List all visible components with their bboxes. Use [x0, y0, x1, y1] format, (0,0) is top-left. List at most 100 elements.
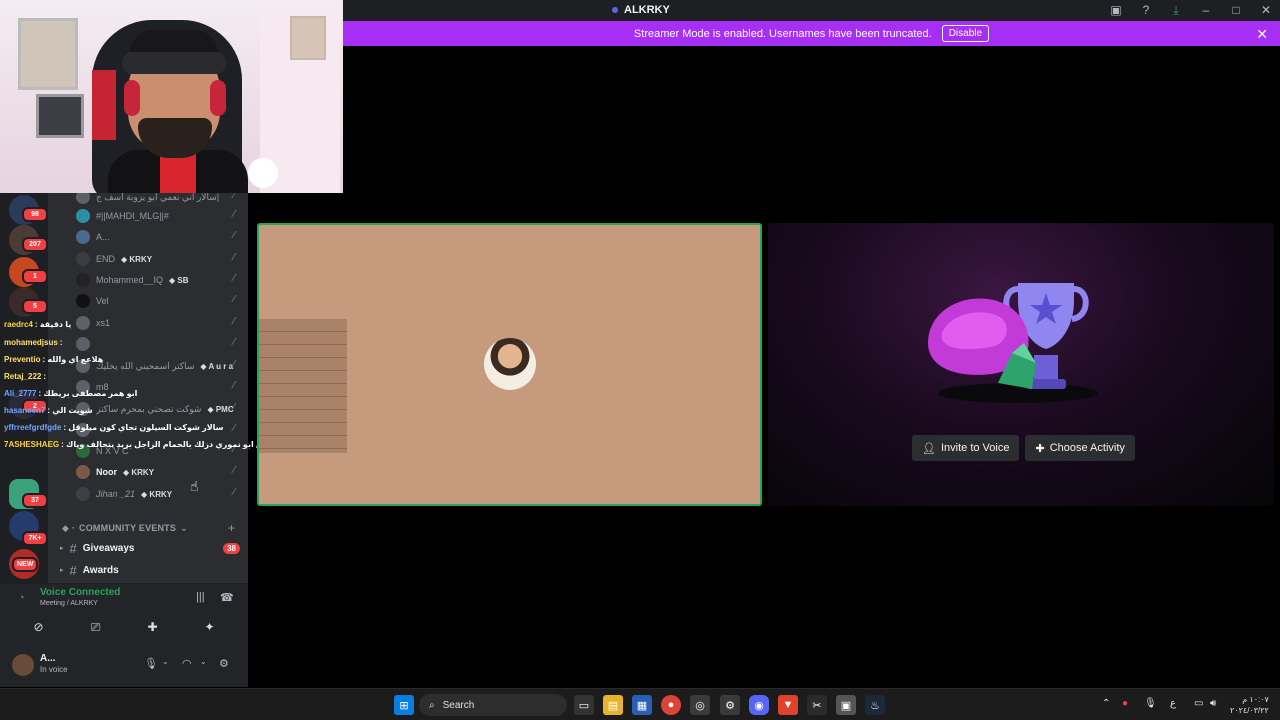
steam-icon[interactable]: ♨ — [865, 695, 885, 715]
voice-user[interactable]: Jihan _21 ◆ KRKY ⁄ — [76, 484, 241, 504]
network-icon[interactable]: ▭ — [1194, 698, 1203, 709]
avatar[interactable] — [12, 654, 34, 676]
microphone-icon[interactable]: 🎙︎ — [144, 657, 158, 670]
chat-line: yffrreefgrdfgde: سالار شوكت السيلون تجاي… — [4, 423, 224, 432]
new-badge: NEW — [12, 557, 39, 572]
microphone-icon[interactable]: 🎙︎ — [1144, 698, 1157, 709]
chat-message: : يا دقيقة — [34, 320, 72, 329]
add-channel-icon[interactable]: + — [228, 521, 235, 535]
server-badge: 7K+ — [22, 531, 48, 546]
voice-user-name: END — [96, 254, 116, 264]
voice-user[interactable]: Noor ◆ KRKY ⁄ — [76, 462, 241, 482]
language-indicator[interactable]: ع — [1170, 698, 1176, 709]
headphones-icon[interactable]: ◠ — [182, 657, 192, 670]
wall-frame — [290, 16, 326, 60]
user-avatar — [76, 294, 90, 308]
voice-user-tile[interactable] — [257, 223, 762, 506]
clan-tag: ◆ SB — [169, 275, 189, 285]
voice-user[interactable]: Mohammed__IQ ◆ SB ⁄ — [76, 270, 241, 290]
disable-streamer-mode-button[interactable]: Disable — [941, 25, 990, 42]
user-avatar — [76, 230, 90, 244]
wall-frame — [36, 94, 84, 138]
chat-message: : — [59, 338, 63, 347]
deafened-icon: ⁄ — [233, 193, 235, 201]
voice-user[interactable]: END ◆ KRKY ⁄ — [76, 249, 241, 269]
invite-label: Invite to Voice — [940, 442, 1010, 454]
channel-name: Awards — [82, 564, 119, 576]
connection-signal-icon[interactable]: ◔ — [18, 592, 25, 604]
taskbar-search[interactable]: ⌕ Search — [419, 694, 567, 716]
activities-icon: ✚ — [1035, 442, 1045, 455]
taskbar-clock[interactable]: ١٠:٠٧ م ٢٠٢٤/٠٣/٢٢ — [1230, 694, 1269, 716]
settings-gear-icon[interactable]: ⚙ — [219, 657, 229, 670]
chevron-up-icon[interactable]: ⌃ — [1102, 698, 1110, 709]
chat-user: raedrc4 — [4, 320, 33, 329]
volume-icon[interactable]: 🔊︎ — [1210, 698, 1216, 709]
task-view-icon[interactable]: ▭ — [574, 695, 594, 715]
mouse-cursor-icon: ☝ — [190, 478, 199, 494]
camera-off-icon[interactable]: ⊘ — [11, 616, 67, 638]
stream-chat-overlay: raedrc4: يا دقيقة mohamedjsus: Preventio… — [0, 318, 308, 454]
voice-user-name: سالار اني نعمي ابو يزوبة اسف ج| — [96, 193, 220, 202]
voice-location[interactable]: Meeting / ALKRKY — [40, 600, 98, 607]
chat-message: : ابو همر مصطفى بريطك — [38, 389, 138, 398]
chat-user: Retaj_222 — [4, 372, 42, 381]
channel-giveaways[interactable]: ▸ # Giveaways 38 — [60, 539, 240, 557]
tray-app-icon[interactable]: ● — [1122, 698, 1128, 709]
user-avatar — [76, 209, 90, 223]
choose-activity-button[interactable]: ✚ Choose Activity — [1025, 435, 1135, 461]
clan-tag: ◆ KRKY — [123, 467, 155, 477]
maximize-icon[interactable]: □ — [1228, 2, 1244, 18]
avatar — [484, 338, 536, 390]
chevron-down-icon[interactable]: ⌄ — [162, 657, 169, 666]
help-icon[interactable]: ? — [1138, 2, 1154, 18]
search-label: Search — [442, 699, 475, 711]
category-header[interactable]: ◆ · COMMUNITY EVENTS ⌄ — [62, 523, 188, 534]
user-status: In voice — [40, 665, 68, 674]
voice-user-name: Jihan _21 — [96, 489, 136, 499]
chevron-down-icon[interactable]: ⌄ — [200, 657, 207, 666]
hashtag-icon: # — [69, 540, 77, 556]
close-window-icon[interactable]: ✕ — [1258, 2, 1274, 18]
screen-share-icon[interactable]: ⎚ — [68, 616, 124, 638]
noise-suppression-icon[interactable]: ||| — [196, 591, 205, 603]
brave-icon[interactable]: ▼ — [778, 695, 798, 715]
store-icon[interactable]: ▦ — [632, 695, 652, 715]
voice-user-name: Mohammed__IQ — [96, 275, 164, 285]
voice-user[interactable]: Vel ⁄ — [76, 291, 241, 311]
voice-user[interactable]: سالار اني نعمي ابو يزوبة اسف ج| ⁄ — [76, 193, 241, 207]
disconnect-icon[interactable]: ☎ — [220, 591, 234, 604]
app-icon[interactable]: ▣ — [836, 695, 856, 715]
channel-name: Giveaways — [82, 542, 135, 554]
minimize-icon[interactable]: – — [1198, 2, 1214, 18]
server-badge: 5 — [22, 299, 48, 314]
close-banner-icon[interactable]: ✕ — [1256, 26, 1268, 43]
voice-user-name: #||MAHDI_MLG||# — [96, 211, 169, 221]
user-avatar — [76, 487, 90, 501]
chat-line: raedrc4: يا دقيقة — [4, 320, 71, 329]
chat-line: hasaneen7: شويت الي — [4, 406, 93, 415]
settings-app-icon[interactable]: ⚙ — [720, 695, 740, 715]
user-avatar — [76, 273, 90, 287]
soundboard-icon[interactable]: ✦ — [182, 616, 238, 638]
voice-user[interactable]: A... ⁄ — [76, 227, 241, 247]
clock-time: ١٠:٠٧ م — [1242, 695, 1269, 704]
voice-status: Voice Connected — [40, 587, 121, 598]
banner-message: Streamer Mode is enabled. Usernames have… — [633, 27, 932, 40]
activities-icon[interactable]: ✚ — [125, 616, 181, 638]
inbox-icon[interactable]: ▣ — [1108, 2, 1124, 18]
xbox-icon[interactable]: ◎ — [690, 695, 710, 715]
channel-awards[interactable]: ▸ # Awards — [60, 561, 240, 579]
windows-start-icon[interactable]: ⊞ — [394, 695, 414, 715]
invite-to-voice-button[interactable]: 👤︎ Invite to Voice — [912, 435, 1020, 461]
capcut-icon[interactable]: ✂ — [807, 695, 827, 715]
file-explorer-icon[interactable]: ▤ — [603, 695, 623, 715]
hashtag-icon: # — [69, 562, 77, 578]
chrome-icon[interactable]: ● — [661, 695, 681, 715]
headset-icon — [210, 80, 226, 116]
discord-taskbar-icon[interactable]: ◉ — [749, 695, 769, 715]
deafened-icon: ⁄ — [233, 294, 235, 305]
download-icon[interactable]: ⤓ — [1168, 2, 1184, 18]
chat-line: mohamedjsus: — [4, 338, 62, 347]
voice-user[interactable]: #||MAHDI_MLG||# ⁄ — [76, 206, 241, 226]
